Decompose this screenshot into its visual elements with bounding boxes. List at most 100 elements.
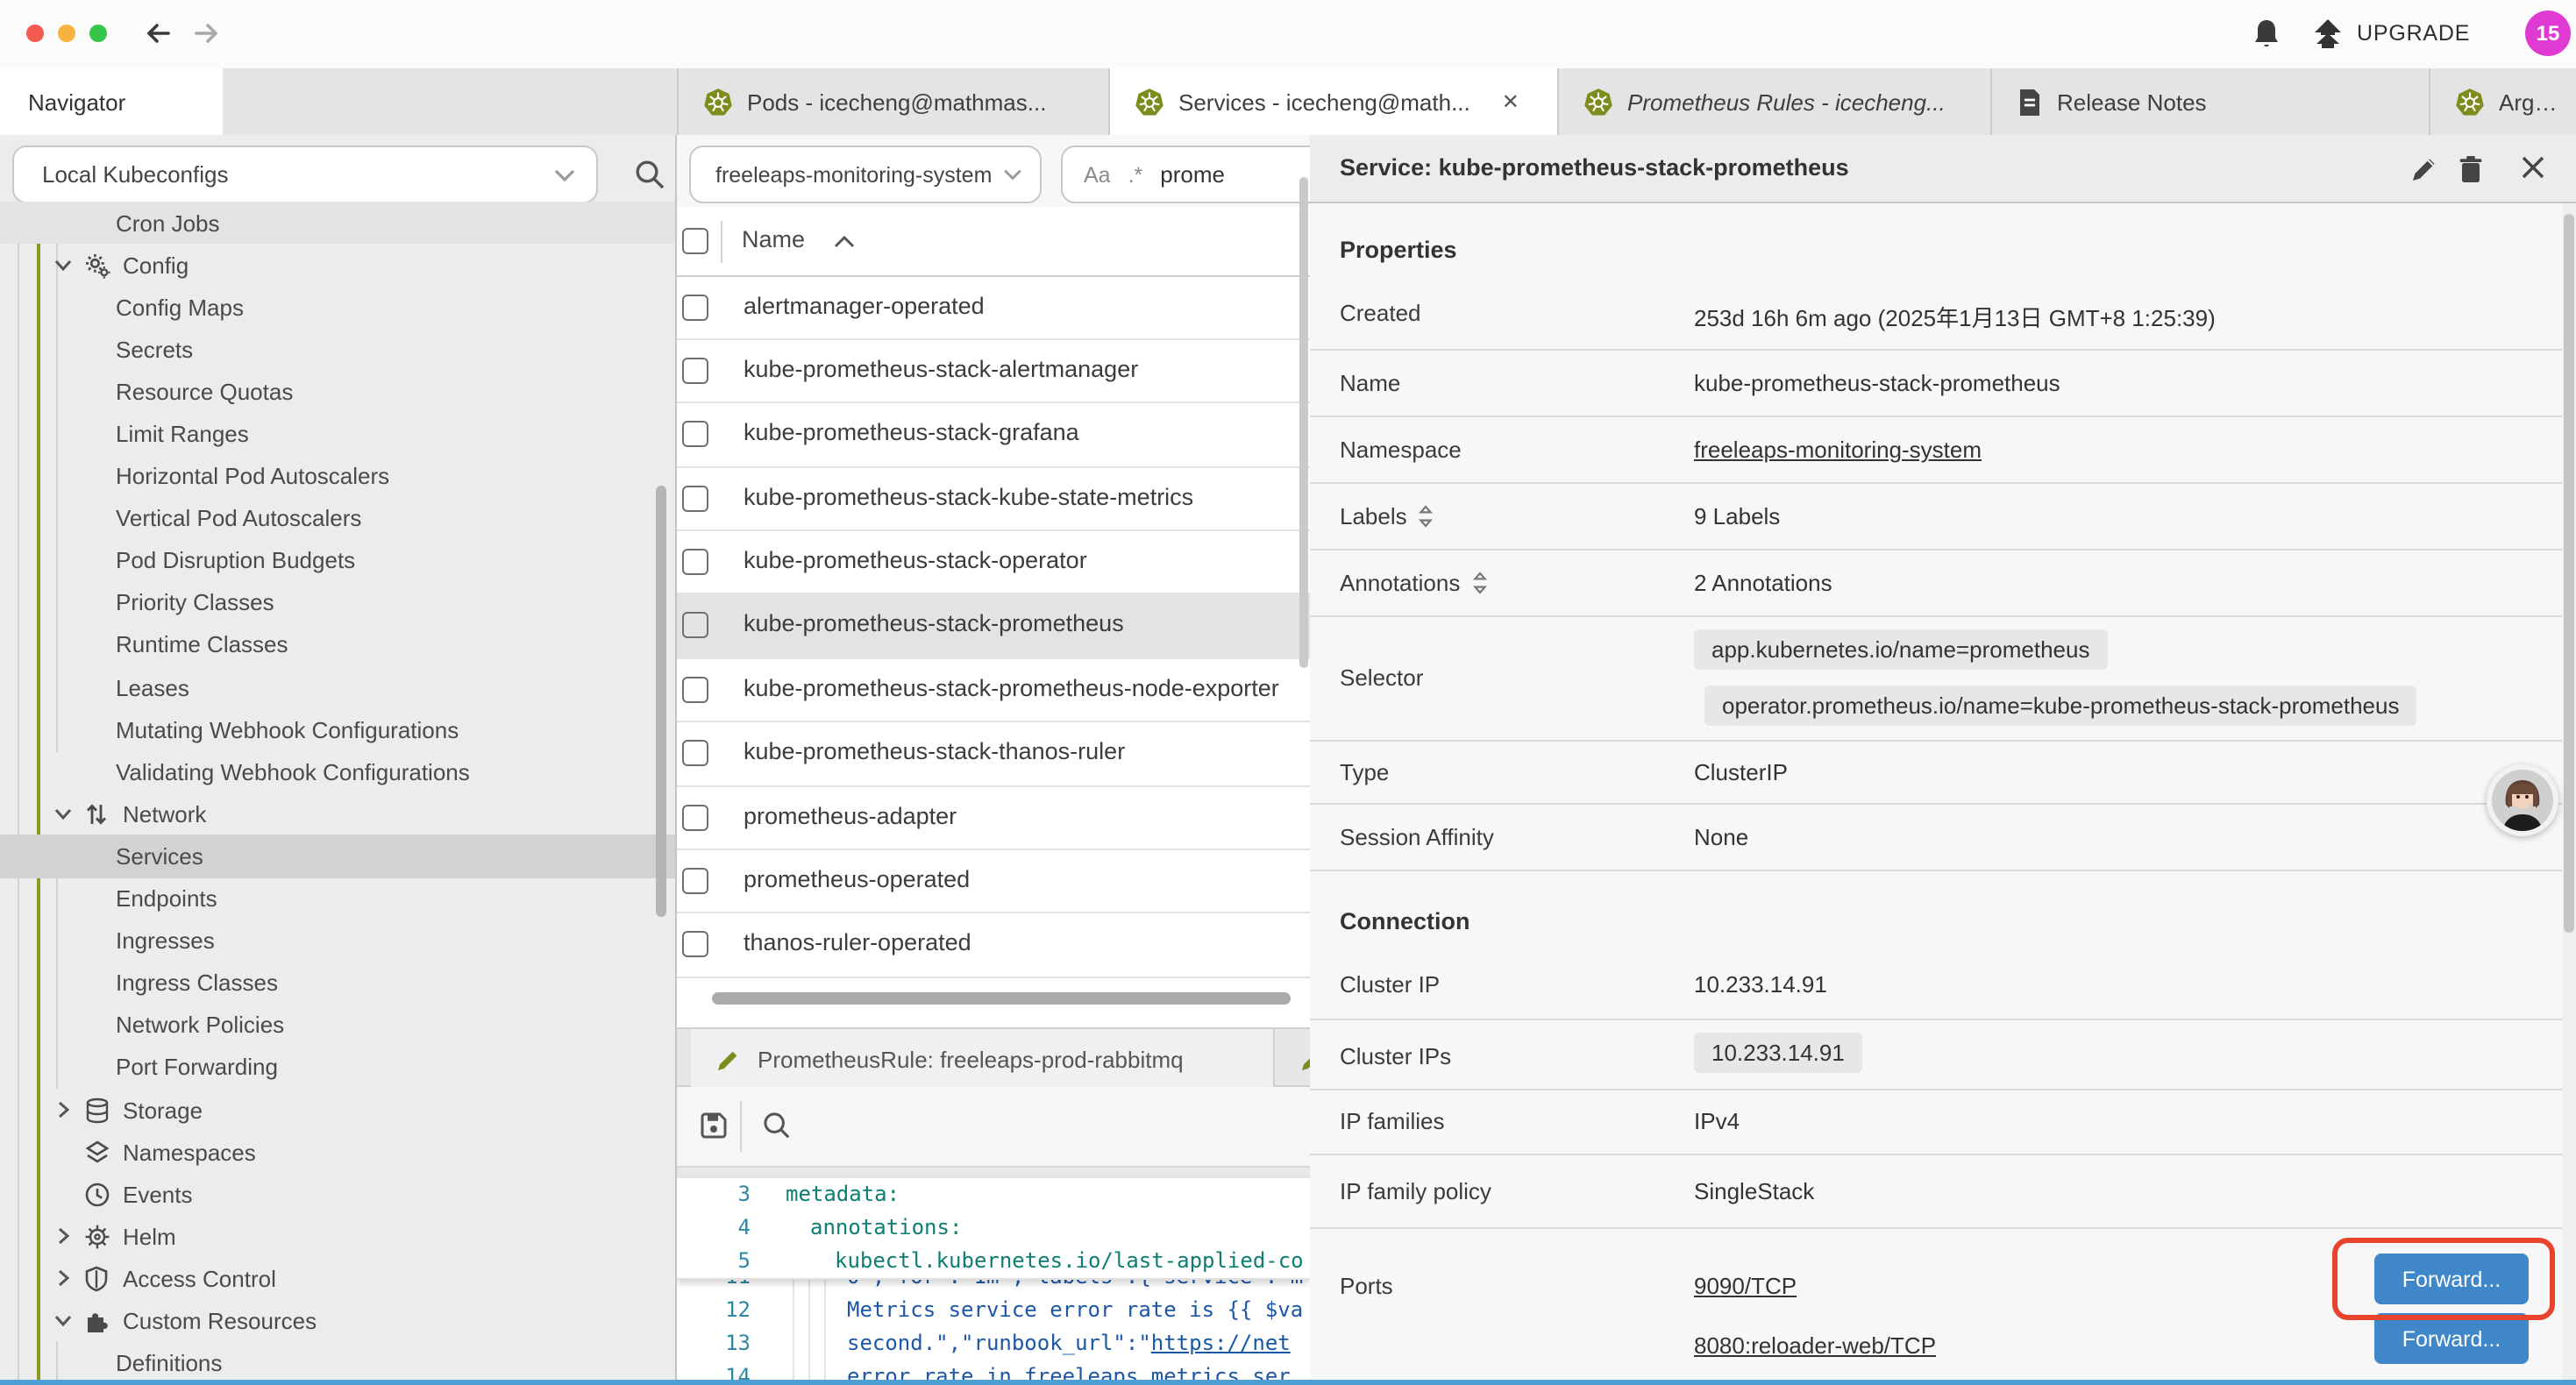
row-checkbox[interactable] — [682, 549, 708, 575]
selector-chip[interactable]: operator.prometheus.io/name=kube-prometh… — [1704, 685, 2417, 726]
row-checkbox[interactable] — [682, 485, 708, 511]
sidebar-item-network[interactable]: Network — [0, 793, 677, 835]
editor-link[interactable]: https://net — [1151, 1331, 1291, 1355]
close-window-button[interactable] — [26, 25, 44, 42]
table-header[interactable]: Name — [677, 207, 1310, 276]
minimize-window-button[interactable] — [58, 25, 75, 42]
tab-prometheus-rules[interactable]: Prometheus Rules - icecheng... — [1557, 68, 1990, 135]
cluster-ips-chip[interactable]: 10.233.14.91 — [1694, 1033, 1862, 1073]
edit-pencil-icon[interactable] — [2409, 154, 2439, 184]
sidebar-item-events[interactable]: Events — [0, 1173, 677, 1215]
tab-services[interactable]: Services - icecheng@math... ✕ — [1108, 68, 1557, 135]
tab-argo[interactable]: Argo Se — [2429, 68, 2576, 135]
table-row[interactable]: kube-prometheus-stack-prometheus — [677, 595, 1310, 659]
port-link-8080[interactable]: 8080:reloader-web/TCP — [1694, 1332, 1936, 1359]
table-row[interactable]: thanos-ruler-operated — [677, 914, 1310, 978]
notifications-bell-icon[interactable] — [2252, 18, 2281, 51]
table-row[interactable]: prometheus-operated — [677, 850, 1310, 914]
sidebar-item-helm[interactable]: Helm — [0, 1216, 677, 1258]
table-row[interactable]: kube-prometheus-stack-grafana — [677, 404, 1310, 468]
yaml-editor[interactable]: 11 0","for":"1m","labels":{"service":"m … — [677, 1178, 1310, 1380]
annotations-value[interactable]: 2 Annotations — [1694, 570, 1832, 596]
sidebar-item-leases[interactable]: Leases — [0, 666, 677, 708]
notification-count-badge[interactable]: 15 — [2525, 11, 2571, 56]
forward-arrow-icon[interactable] — [191, 18, 223, 49]
sidebar-item-namespaces[interactable]: Namespaces — [0, 1131, 677, 1173]
table-row[interactable]: kube-prometheus-stack-kube-state-metrics — [677, 467, 1310, 531]
tab-navigator[interactable]: Navigator — [0, 68, 223, 135]
close-tab-icon[interactable]: ✕ — [1502, 89, 1519, 114]
sidebar-item-limit-ranges[interactable]: Limit Ranges — [0, 413, 677, 455]
table-row[interactable]: kube-prometheus-stack-operator — [677, 531, 1310, 595]
search-input[interactable]: Aa .* prome — [1061, 146, 1313, 203]
row-checkbox[interactable] — [682, 613, 708, 639]
port-link-9090[interactable]: 9090/TCP — [1694, 1273, 1797, 1299]
sidebar-item-port-forwarding[interactable]: Port Forwarding — [0, 1047, 677, 1089]
table-row[interactable]: kube-prometheus-stack-prometheus-node-ex… — [677, 659, 1310, 723]
maximize-window-button[interactable] — [89, 25, 107, 42]
navigator-scrollbar[interactable] — [656, 486, 666, 917]
horizontal-scrollbar[interactable] — [712, 992, 1291, 1005]
sidebar-item-storage[interactable]: Storage — [0, 1089, 677, 1131]
select-all-checkbox[interactable] — [682, 228, 708, 254]
dock-tab-prometheusrule[interactable]: PrometheusRule: freeleaps-prod-rabbitmq — [691, 1029, 1275, 1089]
sidebar-item-config-maps[interactable]: Config Maps — [0, 286, 677, 328]
regex-toggle[interactable]: .* — [1128, 162, 1143, 187]
table-row[interactable]: prometheus-adapter — [677, 786, 1310, 850]
table-scrollbar[interactable] — [1299, 177, 1308, 668]
table-row[interactable]: kube-prometheus-stack-alertmanager — [677, 340, 1310, 404]
sidebar-item-endpoints[interactable]: Endpoints — [0, 877, 677, 920]
sidebar-item-secrets[interactable]: Secrets — [0, 329, 677, 371]
name-column-header[interactable]: Name — [742, 226, 805, 252]
sidebar-item-definitions[interactable]: Definitions — [0, 1342, 677, 1380]
chevron-down-icon[interactable] — [53, 1310, 74, 1332]
chevron-right-icon[interactable] — [53, 1099, 74, 1120]
sidebar-item-vertical-pod-autoscalers[interactable]: Vertical Pod Autoscalers — [0, 497, 677, 539]
table-row[interactable]: alertmanager-operated — [677, 276, 1310, 340]
tab-release-notes[interactable]: Release Notes — [1990, 68, 2429, 135]
chevron-right-icon[interactable] — [53, 1268, 74, 1289]
labels-value[interactable]: 9 Labels — [1694, 503, 1780, 529]
selector-chip[interactable]: app.kubernetes.io/name=prometheus — [1694, 629, 2107, 670]
sidebar-item-ingresses[interactable]: Ingresses — [0, 920, 677, 962]
row-checkbox[interactable] — [682, 740, 708, 766]
sidebar-item-horizontal-pod-autoscalers[interactable]: Horizontal Pod Autoscalers — [0, 455, 677, 497]
sort-ascending-icon[interactable] — [833, 235, 856, 249]
sidebar-item-cron-jobs[interactable]: Cron Jobs — [0, 202, 677, 244]
sidebar-item-validating-webhook-configurations[interactable]: Validating Webhook Configurations — [0, 750, 677, 792]
labels-label[interactable]: Labels — [1340, 503, 1435, 529]
sidebar-item-runtime-classes[interactable]: Runtime Classes — [0, 624, 677, 666]
sidebar-item-config[interactable]: Config — [0, 244, 677, 286]
row-checkbox[interactable] — [682, 422, 708, 448]
sidebar-item-ingress-classes[interactable]: Ingress Classes — [0, 962, 677, 1004]
close-panel-icon[interactable] — [2520, 154, 2550, 184]
chevron-down-icon[interactable] — [53, 804, 74, 825]
sidebar-item-resource-quotas[interactable]: Resource Quotas — [0, 371, 677, 413]
kubeconfig-selector[interactable]: Local Kubeconfigs — [12, 146, 598, 203]
annotations-label[interactable]: Annotations — [1340, 570, 1488, 596]
namespace-selector[interactable]: freeleaps-monitoring-system — [689, 146, 1042, 203]
sidebar-item-services[interactable]: Services — [0, 835, 677, 877]
table-row[interactable]: kube-prometheus-stack-thanos-ruler — [677, 722, 1310, 786]
row-checkbox[interactable] — [682, 932, 708, 958]
row-checkbox[interactable] — [682, 868, 708, 894]
tab-pods[interactable]: Pods - icecheng@mathmas... — [677, 68, 1108, 135]
dock-tab-next[interactable] — [1275, 1029, 1310, 1089]
namespace-link[interactable]: freeleaps-monitoring-system — [1694, 437, 1982, 463]
sidebar-item-access-control[interactable]: Access Control — [0, 1258, 677, 1300]
save-icon[interactable] — [698, 1110, 729, 1141]
forward-button-8080[interactable]: Forward... — [2374, 1313, 2529, 1364]
avatar[interactable] — [2487, 764, 2558, 836]
upgrade-label[interactable]: UPGRADE — [2357, 21, 2470, 46]
row-checkbox[interactable] — [682, 294, 708, 320]
upgrade-icon[interactable] — [2311, 18, 2345, 51]
chevron-down-icon[interactable] — [53, 254, 74, 275]
back-arrow-icon[interactable] — [142, 18, 174, 49]
details-scrollbar-thumb[interactable] — [2564, 214, 2574, 933]
sidebar-item-priority-classes[interactable]: Priority Classes — [0, 582, 677, 624]
chevron-right-icon[interactable] — [53, 1226, 74, 1247]
row-checkbox[interactable] — [682, 804, 708, 830]
sidebar-item-mutating-webhook-configurations[interactable]: Mutating Webhook Configurations — [0, 708, 677, 750]
sidebar-item-pod-disruption-budgets[interactable]: Pod Disruption Budgets — [0, 540, 677, 582]
editor-search-icon[interactable] — [761, 1110, 793, 1141]
